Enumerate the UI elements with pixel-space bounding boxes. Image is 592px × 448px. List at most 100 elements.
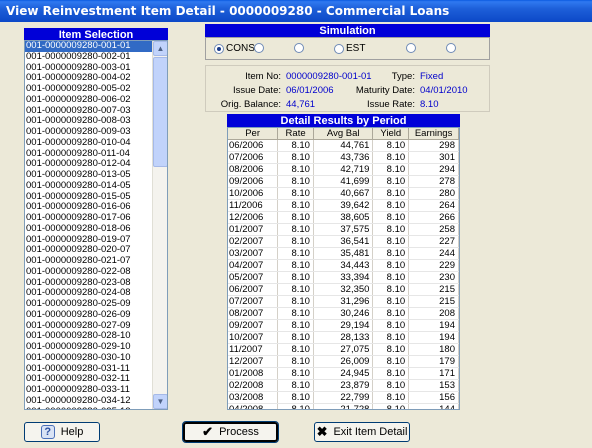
radio-icon[interactable] [294, 43, 304, 53]
table-row[interactable]: 06/2007 8.10 32,350 8.10 215 [228, 283, 459, 296]
table-row[interactable]: 11/2006 8.10 39,642 8.10 264 [228, 199, 459, 212]
radio-icon[interactable] [254, 43, 264, 53]
table-cell: 278 [408, 175, 459, 188]
item-selection-list[interactable]: 001-0000009280-001-01 001-0000009280-002-… [24, 40, 168, 410]
table-cell: 8.10 [277, 235, 314, 248]
table-cell: 21,728 [313, 403, 374, 409]
table-cell: 280 [408, 187, 459, 200]
table-row[interactable]: 04/2008 8.10 21,728 8.10 144 [228, 403, 459, 409]
list-item[interactable]: 001-0000009280-010-04 [25, 137, 153, 149]
list-item[interactable]: 001-0000009280-026-09 [25, 309, 153, 321]
list-item[interactable]: 001-0000009280-022-08 [25, 266, 153, 278]
table-cell: 8.10 [277, 343, 314, 356]
table-row[interactable]: 01/2008 8.10 24,945 8.10 171 [228, 367, 459, 380]
table-row[interactable]: 02/2008 8.10 23,879 8.10 153 [228, 379, 459, 392]
list-item[interactable]: 001-0000009280-006-02 [25, 94, 153, 106]
scroll-down-icon[interactable]: ▼ [153, 394, 167, 409]
simulation-option[interactable] [254, 43, 266, 53]
table-cell: 43,736 [313, 151, 374, 164]
table-cell: 04/2007 [228, 259, 279, 272]
table-cell: 29,194 [313, 319, 374, 332]
table-cell: 8.10 [372, 283, 410, 296]
table-cell: 8.10 [372, 379, 410, 392]
process-label: Process [219, 426, 259, 438]
exit-item-detail-button[interactable]: ✖ Exit Item Detail [314, 422, 410, 442]
table-cell: 264 [408, 199, 459, 212]
table-row[interactable]: 08/2006 8.10 42,719 8.10 294 [228, 163, 459, 176]
column-header[interactable]: Yield [372, 128, 410, 140]
table-cell: 8.10 [277, 283, 314, 296]
column-header[interactable]: Avg Bal [313, 128, 374, 140]
table-row[interactable]: 09/2006 8.10 41,699 8.10 278 [228, 175, 459, 188]
simulation-option[interactable] [446, 43, 458, 53]
table-cell: 8.10 [372, 199, 410, 212]
maturity-date-label: Maturity Date: [355, 85, 415, 96]
table-cell: 8.10 [372, 235, 410, 248]
table-cell: 31,296 [313, 295, 374, 308]
table-cell: 179 [408, 355, 459, 368]
table-cell: 34,443 [313, 259, 374, 272]
table-cell: 244 [408, 247, 459, 260]
table-row[interactable]: 12/2006 8.10 38,605 8.10 266 [228, 211, 459, 224]
table-cell: 26,009 [313, 355, 374, 368]
table-cell: 8.10 [277, 223, 314, 236]
table-cell: 10/2007 [228, 331, 279, 344]
list-item[interactable]: 001-0000009280-030-10 [25, 352, 153, 364]
simulation-option[interactable] [406, 43, 418, 53]
table-row[interactable]: 10/2006 8.10 40,667 8.10 280 [228, 187, 459, 200]
column-header[interactable]: Earnings [408, 128, 459, 140]
table-cell: 8.10 [372, 223, 410, 236]
process-button[interactable]: ✔ Process [182, 421, 279, 443]
list-item[interactable]: 001-0000009280-002-01 [25, 51, 153, 63]
results-grid[interactable]: Per Rate Avg Bal Yield Earnings 06/2006 8.10 4… [227, 127, 460, 410]
table-row[interactable]: 07/2006 8.10 43,736 8.10 301 [228, 151, 459, 164]
table-cell: 22,799 [313, 391, 374, 404]
table-cell: 12/2007 [228, 355, 279, 368]
item-list-scrollbar[interactable]: ▲ ▼ [152, 41, 167, 409]
table-row[interactable]: 04/2007 8.10 34,443 8.10 229 [228, 259, 459, 272]
simulation-option[interactable]: CONS [214, 43, 255, 54]
simulation-option[interactable]: EST [334, 43, 365, 54]
table-cell: 8.10 [372, 403, 410, 409]
table-cell: 37,575 [313, 223, 374, 236]
list-item[interactable]: 001-0000009280-018-06 [25, 223, 153, 235]
table-cell: 8.10 [277, 295, 314, 308]
simulation-option[interactable] [294, 43, 306, 53]
table-cell: 180 [408, 343, 459, 356]
item-no-value: 0000009280-001-01 [286, 71, 372, 82]
radio-icon[interactable] [446, 43, 456, 53]
table-cell: 8.10 [372, 307, 410, 320]
column-header[interactable]: Rate [277, 128, 314, 140]
table-cell: 208 [408, 307, 459, 320]
table-cell: 08/2006 [228, 163, 279, 176]
table-row[interactable]: 03/2007 8.10 35,481 8.10 244 [228, 247, 459, 260]
table-cell: 8.10 [372, 175, 410, 188]
list-item[interactable]: 001-0000009280-035-12 [25, 406, 153, 409]
table-cell: 8.10 [372, 211, 410, 224]
table-row[interactable]: 02/2007 8.10 36,541 8.10 227 [228, 235, 459, 248]
table-row[interactable]: 05/2007 8.10 33,394 8.10 230 [228, 271, 459, 284]
table-cell: 39,642 [313, 199, 374, 212]
scroll-thumb[interactable] [153, 57, 167, 167]
table-row[interactable]: 03/2008 8.10 22,799 8.10 156 [228, 391, 459, 404]
list-item[interactable]: 001-0000009280-014-05 [25, 180, 153, 192]
table-row[interactable]: 06/2006 8.10 44,761 8.10 298 [228, 139, 459, 152]
table-cell: 230 [408, 271, 459, 284]
table-row[interactable]: 08/2007 8.10 30,246 8.10 208 [228, 307, 459, 320]
list-item[interactable]: 001-0000009280-034-12 [25, 395, 153, 407]
table-row[interactable]: 10/2007 8.10 28,133 8.10 194 [228, 331, 459, 344]
table-cell: 33,394 [313, 271, 374, 284]
table-row[interactable]: 07/2007 8.10 31,296 8.10 215 [228, 295, 459, 308]
column-header[interactable]: Per [228, 128, 279, 140]
radio-icon[interactable] [334, 43, 344, 54]
table-row[interactable]: 01/2007 8.10 37,575 8.10 258 [228, 223, 459, 236]
radio-icon[interactable] [406, 43, 416, 53]
scroll-up-icon[interactable]: ▲ [153, 41, 167, 56]
table-cell: 01/2008 [228, 367, 279, 380]
radio-icon[interactable] [214, 43, 224, 54]
table-row[interactable]: 11/2007 8.10 27,075 8.10 180 [228, 343, 459, 356]
table-cell: 8.10 [277, 247, 314, 260]
table-row[interactable]: 12/2007 8.10 26,009 8.10 179 [228, 355, 459, 368]
table-row[interactable]: 09/2007 8.10 29,194 8.10 194 [228, 319, 459, 332]
help-button[interactable]: ? Help [24, 422, 100, 442]
